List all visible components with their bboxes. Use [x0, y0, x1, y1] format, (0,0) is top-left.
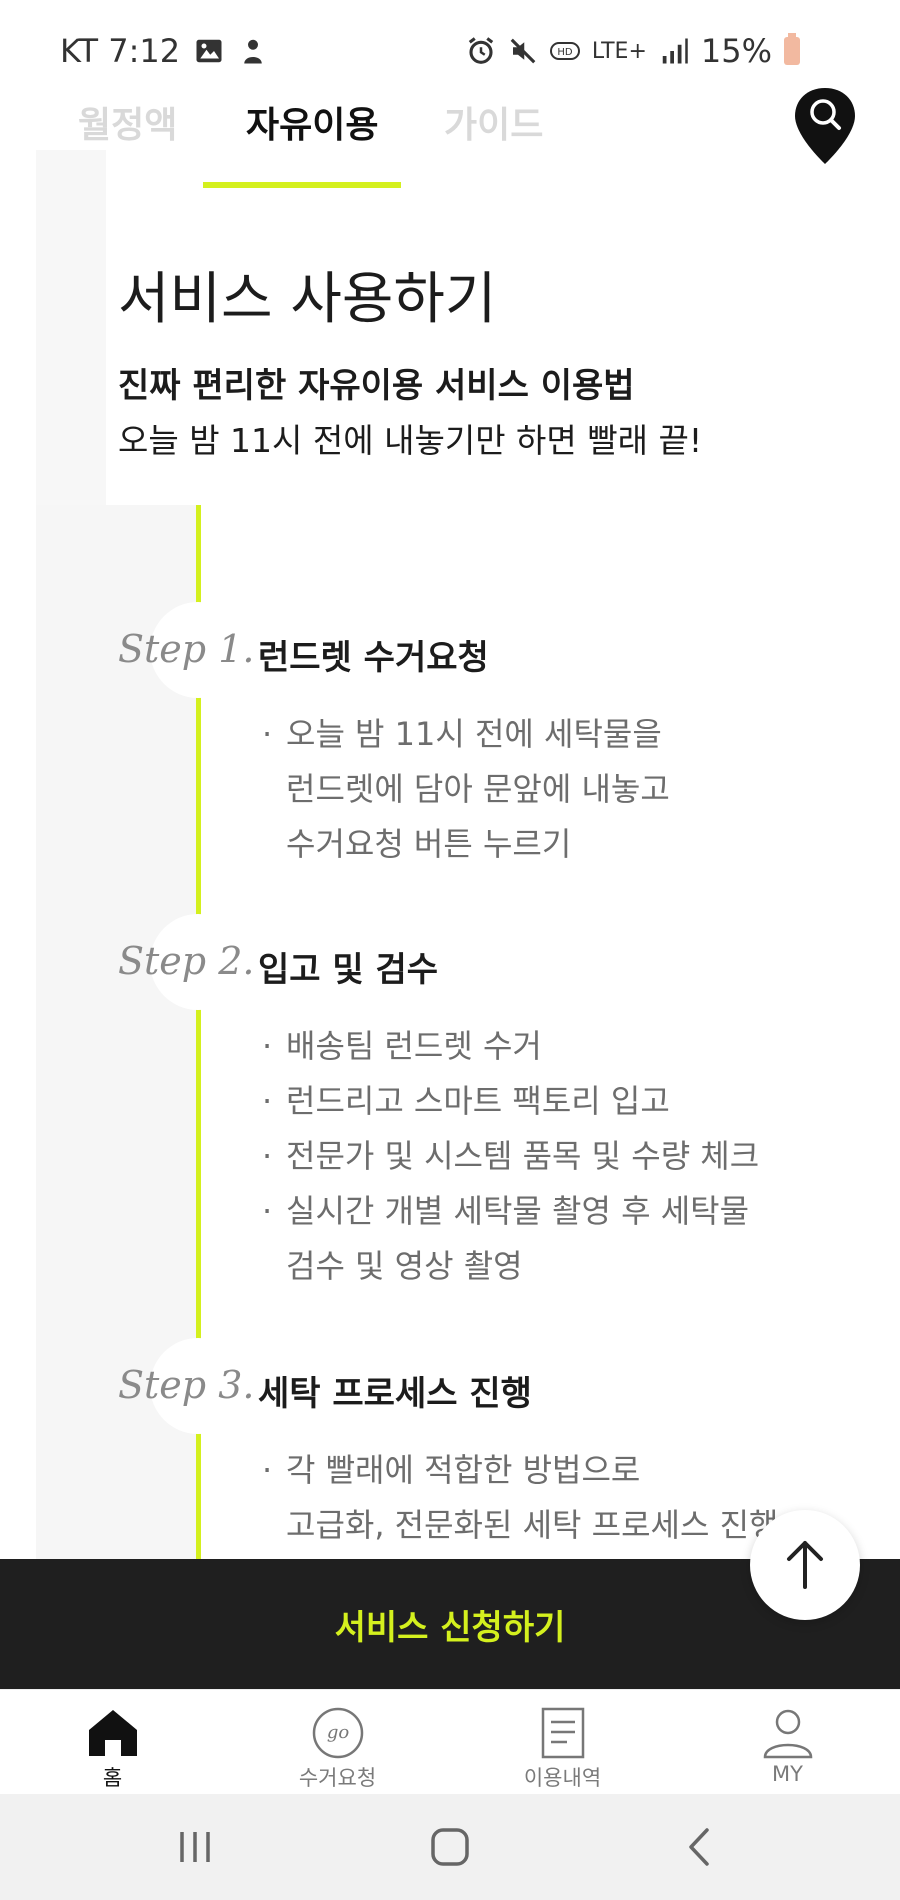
step-1-label: Step 1. — [118, 627, 255, 671]
status-left: KT 7:12 — [60, 32, 268, 70]
hd-voice-icon: HD — [549, 42, 580, 60]
tab-guide[interactable]: 가이드 — [444, 96, 543, 148]
document-icon — [541, 1707, 584, 1759]
status-right: HD LTE+ 15% — [466, 32, 800, 70]
home-icon — [88, 1710, 137, 1756]
tab-monthly[interactable]: 월정액 — [78, 96, 177, 148]
nav-history[interactable]: 이용내역 — [450, 1690, 675, 1795]
step-2-line-5: 검수 및 영상 촬영 — [286, 1247, 523, 1285]
mute-icon — [510, 38, 536, 64]
status-bar: KT 7:12 HD LTE+ 15% — [0, 0, 900, 100]
left-background-strip — [36, 150, 106, 505]
page-title: 서비스 사용하기 — [118, 267, 497, 332]
bottom-nav: 홈 go 수거요청 이용내역 MY — [0, 1689, 900, 1795]
nav-home-label: 홈 — [102, 1766, 123, 1790]
step-3-title: 세탁 프로세스 진행 — [258, 1374, 532, 1414]
carrier-time: KT 7:12 — [60, 32, 181, 70]
go-icon: go — [312, 1707, 363, 1759]
step-3-line-1: · 각 빨래에 적합한 방법으로 — [262, 1451, 641, 1489]
nav-pickup-label: 수거요청 — [298, 1766, 377, 1790]
search-icon[interactable] — [793, 86, 857, 166]
nav-my[interactable]: MY — [675, 1690, 900, 1795]
tab-free-use[interactable]: 자유이용 — [246, 96, 378, 148]
step-2-label: Step 2. — [118, 939, 255, 983]
alarm-icon — [468, 37, 494, 64]
step-2-title: 입고 및 검수 — [258, 950, 439, 990]
lte-icon: LTE+ — [591, 38, 647, 64]
battery-percent: 15% — [700, 32, 772, 70]
apply-service-label: 서비스 신청하기 — [334, 1607, 566, 1648]
page-subtitle: 진짜 편리한 자유이용 서비스 이용법 — [118, 366, 635, 406]
step-1-line-2: 런드렛에 담아 문앞에 내놓고 — [286, 770, 670, 808]
arrow-up-icon — [787, 1541, 823, 1589]
system-nav-bar — [0, 1794, 900, 1900]
home-button-icon[interactable] — [425, 1822, 475, 1872]
step-1-line-1: · 오늘 밤 11시 전에 세탁물을 — [262, 715, 662, 753]
recent-apps-icon[interactable] — [170, 1822, 220, 1872]
step-1-line-3: 수거요청 버튼 누르기 — [286, 825, 572, 863]
person-notification-icon — [244, 39, 262, 64]
step-2-line-1: · 배송팀 런드렛 수거 — [262, 1027, 542, 1065]
signal-icon — [662, 38, 688, 64]
step-2-line-4: · 실시간 개별 세탁물 촬영 후 세탁물 — [262, 1192, 750, 1230]
step-3-line-2: 고급화, 전문화된 세탁 프로세스 진행 — [286, 1506, 779, 1544]
battery-icon — [784, 33, 800, 65]
step-1-title: 런드렛 수거요청 — [258, 638, 489, 678]
nav-history-label: 이용내역 — [523, 1766, 602, 1790]
scroll-top-button[interactable] — [750, 1510, 860, 1620]
svg-text:HD: HD — [557, 47, 573, 58]
step-2-line-2: · 런드리고 스마트 팩토리 입고 — [262, 1082, 670, 1120]
nav-my-label: MY — [772, 1762, 803, 1786]
svg-text:go: go — [326, 1722, 349, 1743]
page-description: 오늘 밤 11시 전에 내놓기만 하면 빨래 끝! — [118, 421, 703, 460]
active-tab-indicator — [203, 182, 401, 188]
nav-home[interactable]: 홈 — [0, 1690, 225, 1795]
person-icon — [763, 1709, 812, 1759]
step-3-label: Step 3. — [118, 1363, 255, 1407]
back-icon[interactable] — [675, 1822, 725, 1872]
image-icon — [196, 39, 222, 63]
step-2-line-3: · 전문가 및 시스템 품목 및 수량 체크 — [262, 1137, 760, 1175]
nav-pickup-request[interactable]: go 수거요청 — [225, 1690, 450, 1795]
